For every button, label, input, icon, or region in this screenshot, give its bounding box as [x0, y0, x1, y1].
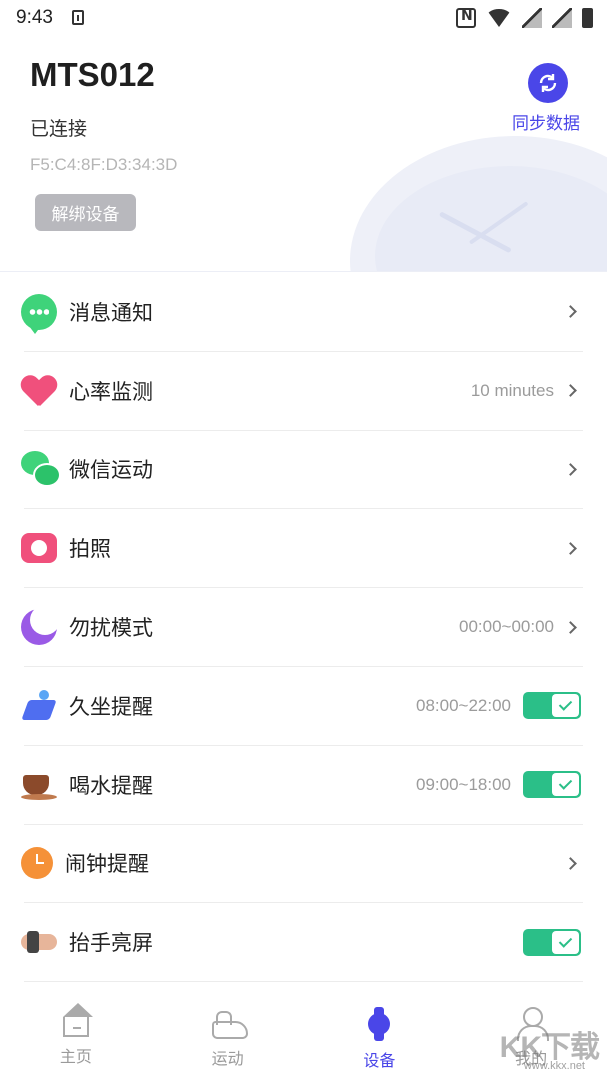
- setting-label: 喝水提醒: [69, 773, 153, 798]
- wrist-icon: [21, 924, 57, 960]
- drink-toggle[interactable]: [523, 771, 581, 799]
- device-header: MTS012 已连接 F5:C4:8F:D3:34:3D 解绑设备 同步数据: [0, 36, 607, 272]
- wifi-icon: [486, 9, 512, 27]
- setting-row-camera[interactable]: 拍照: [21, 509, 583, 589]
- status-bar: 9:43: [0, 0, 607, 36]
- check-icon: [552, 694, 579, 718]
- setting-label: 拍照: [69, 537, 111, 562]
- nav-home[interactable]: 主页: [0, 995, 152, 1080]
- chevron-right-icon: [564, 463, 577, 476]
- battery-icon: [582, 8, 593, 28]
- cup-icon: [21, 767, 57, 803]
- check-icon: [552, 930, 579, 954]
- home-icon: [62, 1003, 93, 1037]
- device-name: MTS012: [30, 56, 155, 93]
- setting-label: 久坐提醒: [69, 694, 153, 719]
- setting-value: 08:00~22:00: [415, 695, 511, 715]
- nav-sport[interactable]: 运动: [152, 995, 304, 1080]
- unbind-device-button[interactable]: 解绑设备: [35, 194, 136, 231]
- setting-value: 09:00~18:00: [415, 774, 511, 794]
- setting-label: 勿扰模式: [69, 616, 153, 641]
- signal-off-icon: [522, 8, 542, 28]
- setting-row-drink-reminder[interactable]: 喝水提醒 09:00~18:00: [21, 746, 583, 825]
- divider: [0, 271, 607, 272]
- nav-label: 设备: [363, 1051, 396, 1070]
- heart-icon: [21, 374, 57, 408]
- chevron-right-icon: [564, 384, 577, 398]
- wechat-icon: [21, 451, 61, 488]
- sync-button[interactable]: [528, 63, 568, 103]
- nav-label: 主页: [59, 1047, 92, 1066]
- setting-label: 消息通知: [69, 300, 153, 325]
- setting-row-sedentary-reminder[interactable]: 久坐提醒 08:00~22:00: [24, 667, 583, 746]
- sync-data-label[interactable]: 同步数据: [512, 109, 580, 134]
- connection-status: 已连接: [30, 118, 88, 140]
- camera-icon: [21, 533, 57, 564]
- setting-row-heart-rate[interactable]: 心率监测 10 minutes: [24, 352, 583, 431]
- status-time: 9:43: [16, 7, 53, 28]
- chevron-right-icon: [564, 541, 577, 555]
- watermark-url: www.kkx.net: [523, 1060, 585, 1072]
- sync-icon: [539, 74, 557, 92]
- mac-address: F5:C4:8F:D3:34:3D: [30, 155, 178, 174]
- setting-label: 心率监测: [69, 379, 153, 404]
- chevron-right-icon: [564, 857, 577, 870]
- setting-value: 00:00~00:00: [458, 617, 554, 637]
- setting-label: 微信运动: [69, 458, 153, 483]
- watermark-logo: KK下载 www.kkx.net: [487, 1022, 600, 1078]
- message-icon: [21, 293, 57, 334]
- setting-label: 闹钟提醒: [65, 852, 149, 877]
- chevron-right-icon: [564, 620, 577, 634]
- sitting-icon: [21, 688, 57, 724]
- setting-label: 抬手亮屏: [69, 931, 153, 956]
- signal-off-icon: [552, 8, 572, 28]
- setting-value: 10 minutes: [470, 380, 554, 400]
- setting-row-wechat-sport[interactable]: 微信运动: [21, 431, 583, 510]
- check-icon: [552, 773, 579, 797]
- alarm-icon: [21, 847, 53, 880]
- nav-label: 运动: [211, 1049, 244, 1068]
- setting-row-alarm[interactable]: 闹钟提醒: [21, 825, 583, 904]
- setting-row-raise-to-wake[interactable]: 抬手亮屏: [21, 903, 583, 983]
- nfc-icon: [456, 8, 476, 28]
- shoe-icon: [211, 1007, 248, 1039]
- settings-list: 消息通知 心率监测 10 minutes 微信运动 拍照 勿扰模式 00:00~…: [0, 273, 607, 983]
- status-icons: [456, 8, 593, 28]
- setting-row-notifications[interactable]: 消息通知: [21, 273, 583, 352]
- nav-device[interactable]: 设备: [304, 995, 456, 1080]
- setting-row-do-not-disturb[interactable]: 勿扰模式 00:00~00:00: [21, 588, 583, 667]
- raise-to-wake-toggle[interactable]: [523, 928, 581, 956]
- chevron-right-icon: [564, 305, 577, 319]
- moon-icon: [21, 605, 60, 646]
- sedentary-toggle[interactable]: [523, 692, 581, 720]
- watch-icon: [368, 1007, 391, 1041]
- download-icon: [72, 10, 84, 25]
